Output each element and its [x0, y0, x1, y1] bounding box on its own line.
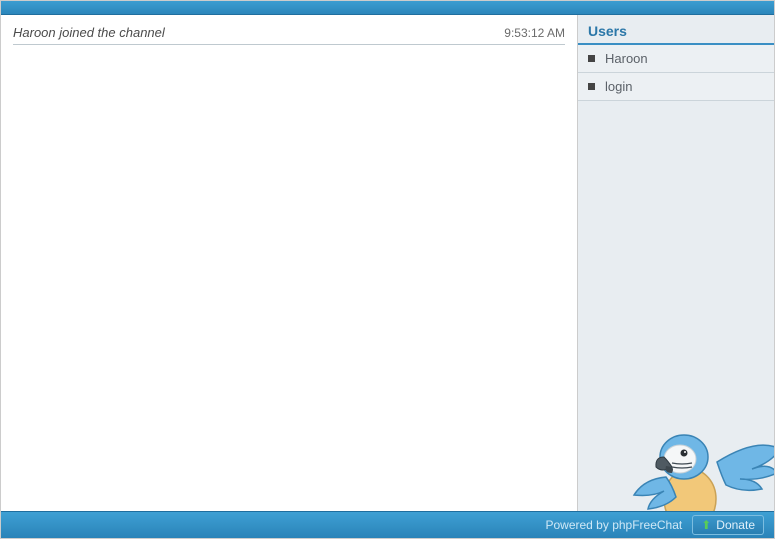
system-message: Haroon joined the channel 9:53:12 AM [13, 23, 565, 45]
main-area: Haroon joined the channel 9:53:12 AM Use… [1, 15, 774, 511]
chat-app: Haroon joined the channel 9:53:12 AM Use… [0, 0, 775, 539]
user-row[interactable]: Haroon [578, 45, 774, 73]
status-icon [588, 83, 595, 90]
status-icon [588, 55, 595, 62]
user-name: Haroon [605, 51, 648, 66]
powered-by-link[interactable]: Powered by phpFreeChat [545, 518, 682, 532]
parrot-mascot-icon [622, 407, 774, 511]
users-pane: Users Haroon login [578, 15, 774, 511]
system-message-text: Haroon joined the channel [13, 25, 165, 40]
donate-arrow-icon: ⬆ [701, 518, 711, 532]
user-name: login [605, 79, 632, 94]
user-row[interactable]: login [578, 73, 774, 101]
donate-label: Donate [716, 518, 755, 532]
chat-messages-pane[interactable]: Haroon joined the channel 9:53:12 AM [1, 15, 578, 511]
donate-button[interactable]: ⬆ Donate [692, 515, 764, 535]
footer-bar: Powered by phpFreeChat ⬆ Donate [1, 511, 774, 538]
top-bar [1, 1, 774, 15]
users-header: Users [578, 15, 774, 45]
system-message-time: 9:53:12 AM [504, 26, 565, 40]
